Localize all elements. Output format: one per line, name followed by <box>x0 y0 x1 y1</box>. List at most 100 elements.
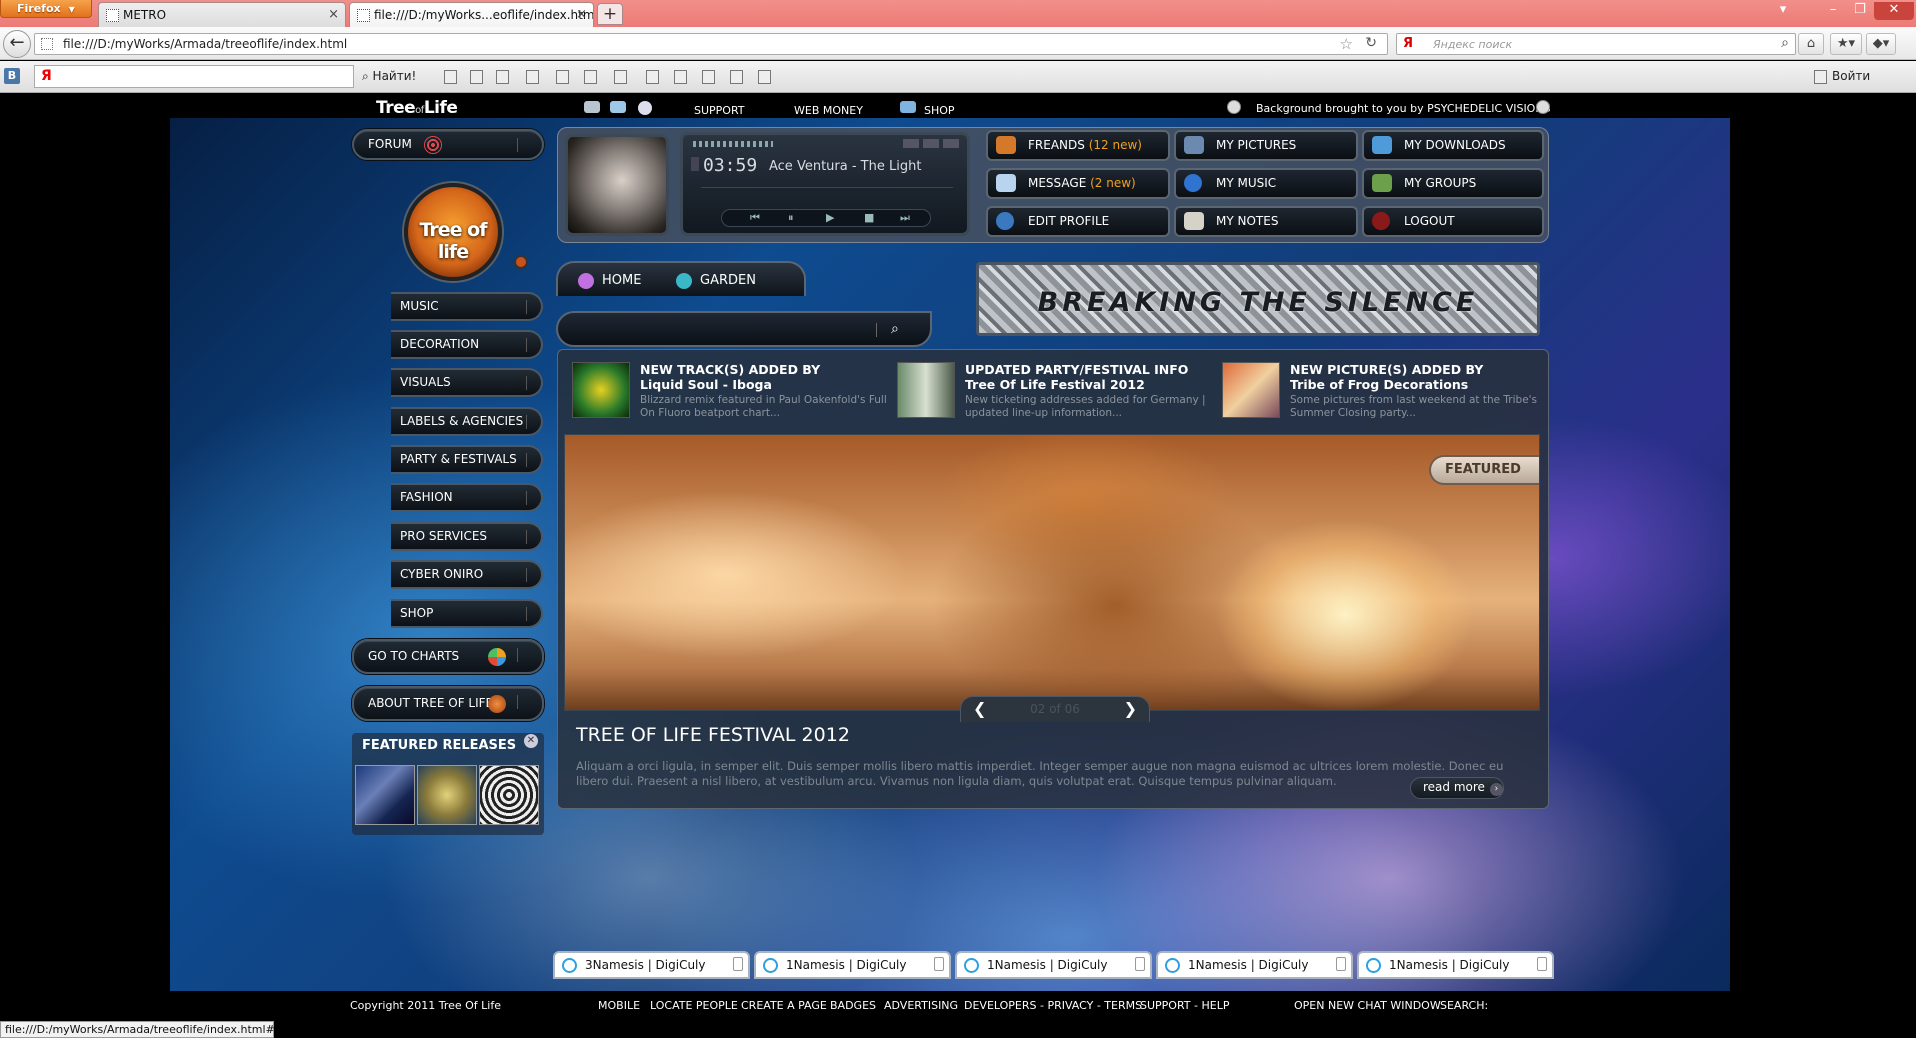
toolbar-icon[interactable] <box>702 70 715 84</box>
close-tab-icon[interactable]: × <box>576 7 587 22</box>
avatar[interactable] <box>565 134 669 236</box>
tab-metro[interactable]: METRO × <box>98 2 346 27</box>
site-search-input[interactable]: ⌕ <box>556 311 932 347</box>
my-pictures-button[interactable]: MY PICTURES <box>1174 130 1358 161</box>
menu-labels-agencies[interactable]: LABELS & AGENCIES <box>391 407 543 436</box>
news-thumbnail[interactable] <box>1222 362 1280 418</box>
footer-link-locate-people[interactable]: LOCATE PEOPLE <box>650 999 738 1012</box>
toolbar-icon[interactable] <box>496 70 509 84</box>
bookmark-star-icon[interactable]: ☆ <box>1340 35 1353 53</box>
prev-background-icon[interactable] <box>1227 100 1241 114</box>
release-cover[interactable] <box>417 765 477 825</box>
forum-button[interactable]: FORUM <box>352 129 544 160</box>
footer-link-support[interactable]: SUPPORT - HELP <box>1140 999 1229 1012</box>
my-music-button[interactable]: MY MUSIC <box>1174 168 1358 199</box>
new-tab-button[interactable]: + <box>597 3 623 25</box>
minimize-icon[interactable]: – <box>1820 2 1846 20</box>
firefox-menu-button[interactable]: Firefox ▼ <box>0 0 92 18</box>
news-thumbnail[interactable] <box>572 362 630 418</box>
friends-button[interactable]: FREANDS (12 new) <box>986 130 1170 161</box>
news-item[interactable]: NEW PICTURE(S) ADDED BY Tribe of Frog Dec… <box>1216 354 1537 428</box>
stop-icon[interactable]: ■ <box>864 211 874 224</box>
footer-link-create-page[interactable]: CREATE A PAGE <box>741 999 827 1012</box>
toolbar-icon[interactable] <box>674 70 687 84</box>
chat-close-icon[interactable] <box>934 957 944 971</box>
toolbar-icon[interactable] <box>646 70 659 84</box>
close-window-icon[interactable]: ✕ <box>1874 2 1914 20</box>
tab-index[interactable]: file:///D:/myWorks...eoflife/index.html × <box>349 2 594 27</box>
logo-power-icon[interactable] <box>514 255 528 269</box>
menu-visuals[interactable]: VISUALS <box>391 368 543 397</box>
about-tree-of-life-button[interactable]: ABOUT TREE OF LIFE <box>352 686 544 721</box>
chat-tab[interactable]: 1Namesis | DigiCuly <box>955 951 1152 979</box>
background-credit[interactable]: Background brought to you by PSYCHEDELIC… <box>1256 102 1551 115</box>
chat-close-icon[interactable] <box>1135 957 1145 971</box>
home-icon[interactable]: ⌂ <box>1798 33 1824 55</box>
news-item[interactable]: NEW TRACK(S) ADDED BY Liquid Soul - Iboga… <box>566 354 887 428</box>
toolbar-icon[interactable] <box>730 70 743 84</box>
logout-button[interactable]: LOGOUT <box>1362 206 1544 237</box>
featured-slideshow[interactable]: FEATURED <box>564 434 1540 711</box>
nav-support[interactable]: SUPPORT <box>694 104 745 117</box>
news-thumbnail[interactable] <box>897 362 955 418</box>
my-groups-button[interactable]: MY GROUPS <box>1362 168 1544 199</box>
menu-music[interactable]: MUSIC <box>391 292 543 321</box>
chat-tab[interactable]: 1Namesis | DigiCuly <box>754 951 951 979</box>
chat-close-icon[interactable] <box>1336 957 1346 971</box>
mail-icon[interactable] <box>610 101 626 113</box>
menu-shop[interactable]: SHOP <box>391 599 543 628</box>
nav-garden[interactable]: GARDEN <box>700 273 756 288</box>
featured-title[interactable]: TREE OF LIFE FESTIVAL 2012 <box>576 724 850 746</box>
chat-tab[interactable]: 3Namesis | DigiCuly <box>553 951 750 979</box>
vk-icon[interactable]: B <box>4 68 20 84</box>
my-downloads-button[interactable]: MY DOWNLOADS <box>1362 130 1544 161</box>
breaking-the-silence-banner[interactable]: BREAKING THE SILENCE <box>976 262 1540 336</box>
read-more-button[interactable]: read more › <box>1410 777 1504 799</box>
release-cover[interactable] <box>355 765 415 825</box>
toolbar-icon[interactable] <box>470 70 483 84</box>
users-icon[interactable] <box>584 101 600 113</box>
login-icon[interactable] <box>1814 70 1827 84</box>
chat-tab[interactable]: 1Namesis | DigiCuly <box>1156 951 1353 979</box>
footer-link-badges[interactable]: BADGES <box>830 999 876 1012</box>
chat-tab[interactable]: 1Namesis | DigiCuly <box>1357 951 1554 979</box>
toolbar-icon[interactable] <box>614 70 627 84</box>
addon-icon[interactable]: ◆▾ <box>1866 33 1896 55</box>
yandex-logo-icon[interactable]: Я <box>1403 36 1413 51</box>
menu-fashion[interactable]: FASHION <box>391 483 543 512</box>
next-icon[interactable]: ⏭ <box>900 211 910 225</box>
go-to-charts-button[interactable]: GO TO CHARTS <box>352 639 544 674</box>
chat-close-icon[interactable] <box>733 957 743 971</box>
toolbar-icon[interactable] <box>584 70 597 84</box>
yandex-search-field[interactable]: Я <box>34 65 354 88</box>
reload-icon[interactable]: ↻ <box>1365 35 1377 51</box>
toolbar-icon[interactable] <box>556 70 569 84</box>
my-notes-button[interactable]: MY NOTES <box>1174 206 1358 237</box>
news-item[interactable]: UPDATED PARTY/FESTIVAL INFO Tree Of Life … <box>891 354 1211 428</box>
url-bar[interactable]: file:///D:/myWorks/Armada/treeoflife/ind… <box>34 33 1388 55</box>
globe-icon[interactable] <box>638 101 652 115</box>
tab-list-icon[interactable]: ▾ <box>1776 2 1790 20</box>
next-slide-icon[interactable]: ❯ <box>1124 699 1137 718</box>
footer-link-advertising[interactable]: ADVERTISING <box>884 999 958 1012</box>
nav-home[interactable]: HOME <box>602 273 641 288</box>
footer-link-developers[interactable]: DEVELOPERS - PRIVACY - TERMS <box>964 999 1142 1012</box>
menu-cyber-oniro[interactable]: CYBER ONIRO <box>391 560 543 589</box>
close-icon[interactable]: ✕ <box>524 734 538 748</box>
open-chat-window-link[interactable]: OPEN NEW CHAT WINDOW <box>1294 999 1441 1012</box>
nav-web-money[interactable]: WEB MONEY <box>794 104 863 117</box>
next-background-icon[interactable] <box>1536 100 1550 114</box>
edit-profile-button[interactable]: EDIT PROFILE <box>986 206 1170 237</box>
search-icon[interactable]: ⌕ <box>1781 35 1789 51</box>
back-button[interactable]: ← <box>3 30 31 58</box>
pause-icon[interactable]: ⏸ <box>788 211 794 225</box>
search-input[interactable]: Я Яндекс поиск ⌕ <box>1396 33 1796 55</box>
site-logo[interactable]: TreeofLife <box>376 98 458 118</box>
find-button[interactable]: ⌕ Найти! <box>362 69 416 84</box>
menu-decoration[interactable]: DECORATION <box>391 330 543 359</box>
menu-party-festivals[interactable]: PARTY & FESTIVALS <box>391 445 543 474</box>
chat-close-icon[interactable] <box>1537 957 1547 971</box>
nav-shop[interactable]: SHOP <box>924 104 955 117</box>
login-button[interactable]: Войти <box>1832 69 1870 83</box>
player-window-controls[interactable] <box>903 139 959 148</box>
